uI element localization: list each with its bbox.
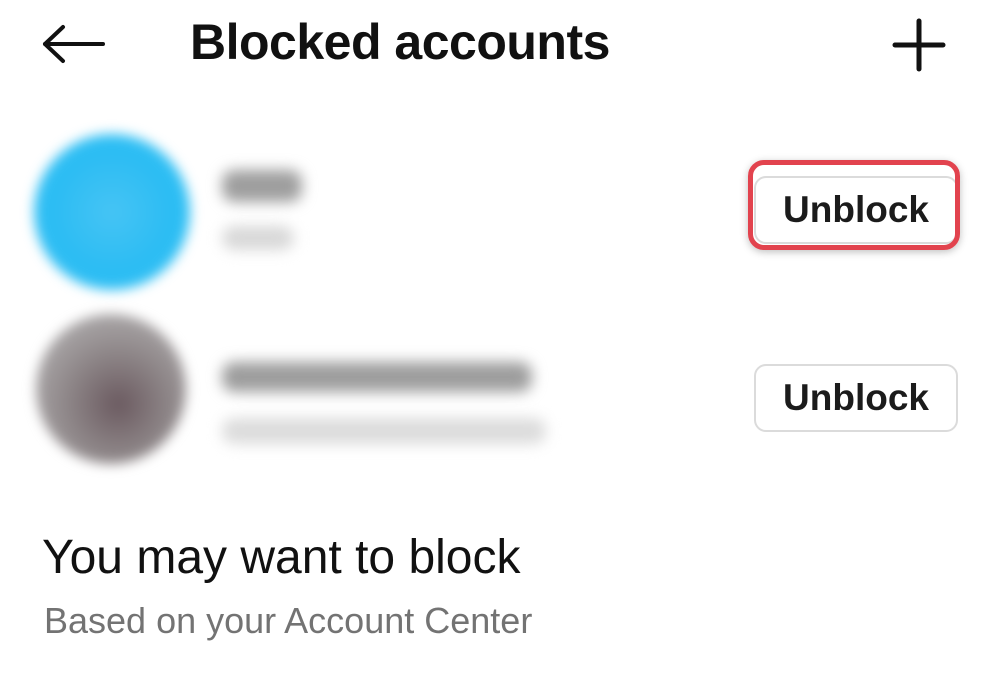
- account-fullname: [222, 418, 546, 444]
- account-username[interactable]: [222, 362, 532, 392]
- avatar[interactable]: [36, 314, 186, 464]
- add-blocked-account-button[interactable]: [886, 14, 952, 76]
- account-fullname: [222, 226, 294, 250]
- header: Blocked accounts: [0, 0, 1000, 90]
- plus-icon: [892, 18, 946, 72]
- page-title: Blocked accounts: [190, 14, 610, 70]
- unblock-button[interactable]: Unblock: [754, 364, 958, 432]
- suggestions-title: You may want to block: [42, 531, 521, 584]
- arrow-left-icon: [43, 25, 105, 63]
- account-username[interactable]: [222, 170, 302, 202]
- back-button[interactable]: [38, 14, 108, 74]
- avatar[interactable]: [34, 134, 190, 290]
- blocked-account-row: Unblock: [0, 126, 1000, 296]
- suggestions-subtitle: Based on your Account Center: [44, 600, 533, 641]
- unblock-button[interactable]: Unblock: [754, 176, 958, 244]
- blocked-account-row: Unblock: [0, 314, 1000, 488]
